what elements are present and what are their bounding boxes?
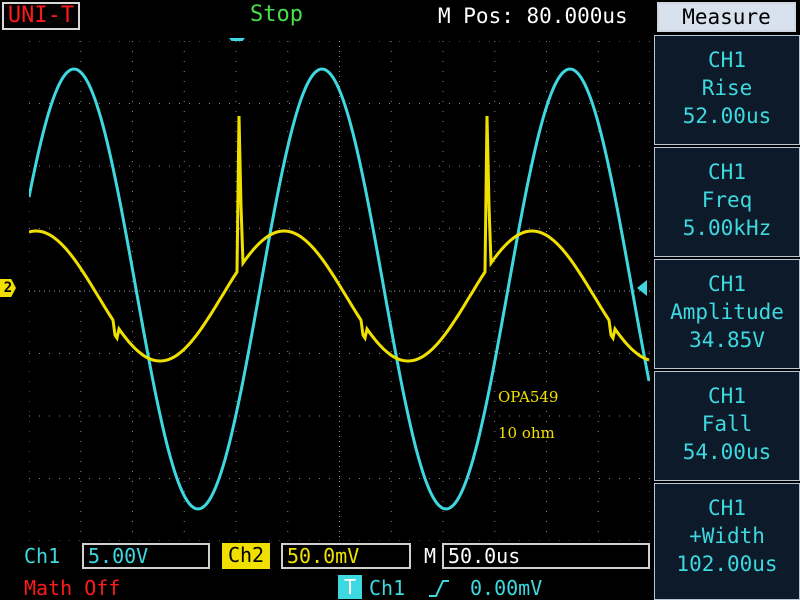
measure-value: 102.00us [676, 552, 778, 576]
waveform-display [29, 41, 650, 541]
measure-value: 52.00us [682, 104, 772, 128]
measure-value: 5.00kHz [682, 216, 772, 240]
ch2-scale[interactable]: 50.0mV [281, 543, 411, 569]
measure-title[interactable]: Measure [657, 2, 796, 32]
trigger-level-marker[interactable] [637, 280, 647, 296]
measure-item-freq[interactable]: CH1 Freq 5.00kHz [654, 147, 800, 257]
measure-item-amplitude[interactable]: CH1 Amplitude 34.85V [654, 259, 800, 369]
ch1-scale[interactable]: 5.00V [82, 543, 210, 569]
rising-edge-icon [429, 580, 449, 597]
annotation-line-1: OPA549 [498, 388, 559, 406]
measure-name: Amplitude [670, 300, 784, 324]
run-stop-status[interactable]: Stop [250, 3, 303, 27]
measure-value: 34.85V [689, 328, 765, 352]
m-pos-value: 80.000us [526, 4, 628, 28]
measure-name: Fall [701, 412, 753, 436]
brand-logo: UNI-T [2, 2, 80, 30]
ch1-label[interactable]: Ch1 [24, 544, 60, 568]
measure-channel: CH1 [708, 272, 746, 296]
measure-item-pwidth[interactable]: CH1 +Width 102.00us [654, 483, 800, 600]
graticule [29, 41, 650, 541]
measure-item-rise[interactable]: CH1 Rise 52.00us [654, 35, 800, 145]
annotation-line-2: 10 ohm [498, 424, 555, 442]
ch2-label[interactable]: Ch2 [222, 543, 270, 569]
measure-channel: CH1 [708, 496, 746, 520]
timebase-label: M [424, 544, 437, 568]
measure-channel: CH1 [708, 48, 746, 72]
math-status[interactable]: Math Off [24, 576, 120, 600]
measure-name: Rise [701, 76, 753, 100]
timebase-scale[interactable]: 50.0us [442, 543, 650, 569]
measure-channel: CH1 [708, 384, 746, 408]
trigger-level[interactable]: 0.00mV [470, 576, 542, 600]
measure-item-fall[interactable]: CH1 Fall 54.00us [654, 371, 800, 481]
trigger-badge: T [338, 575, 362, 599]
m-pos-label: M Pos: [438, 4, 514, 28]
measure-channel: CH1 [708, 160, 746, 184]
measure-name: Freq [701, 188, 753, 212]
horizontal-position: M Pos: 80.000us [438, 4, 628, 28]
measure-name: +Width [689, 524, 765, 548]
measure-value: 54.00us [682, 440, 772, 464]
trigger-source[interactable]: Ch1 [369, 576, 405, 600]
ch2-ground-marker[interactable]: 2 [0, 279, 16, 297]
